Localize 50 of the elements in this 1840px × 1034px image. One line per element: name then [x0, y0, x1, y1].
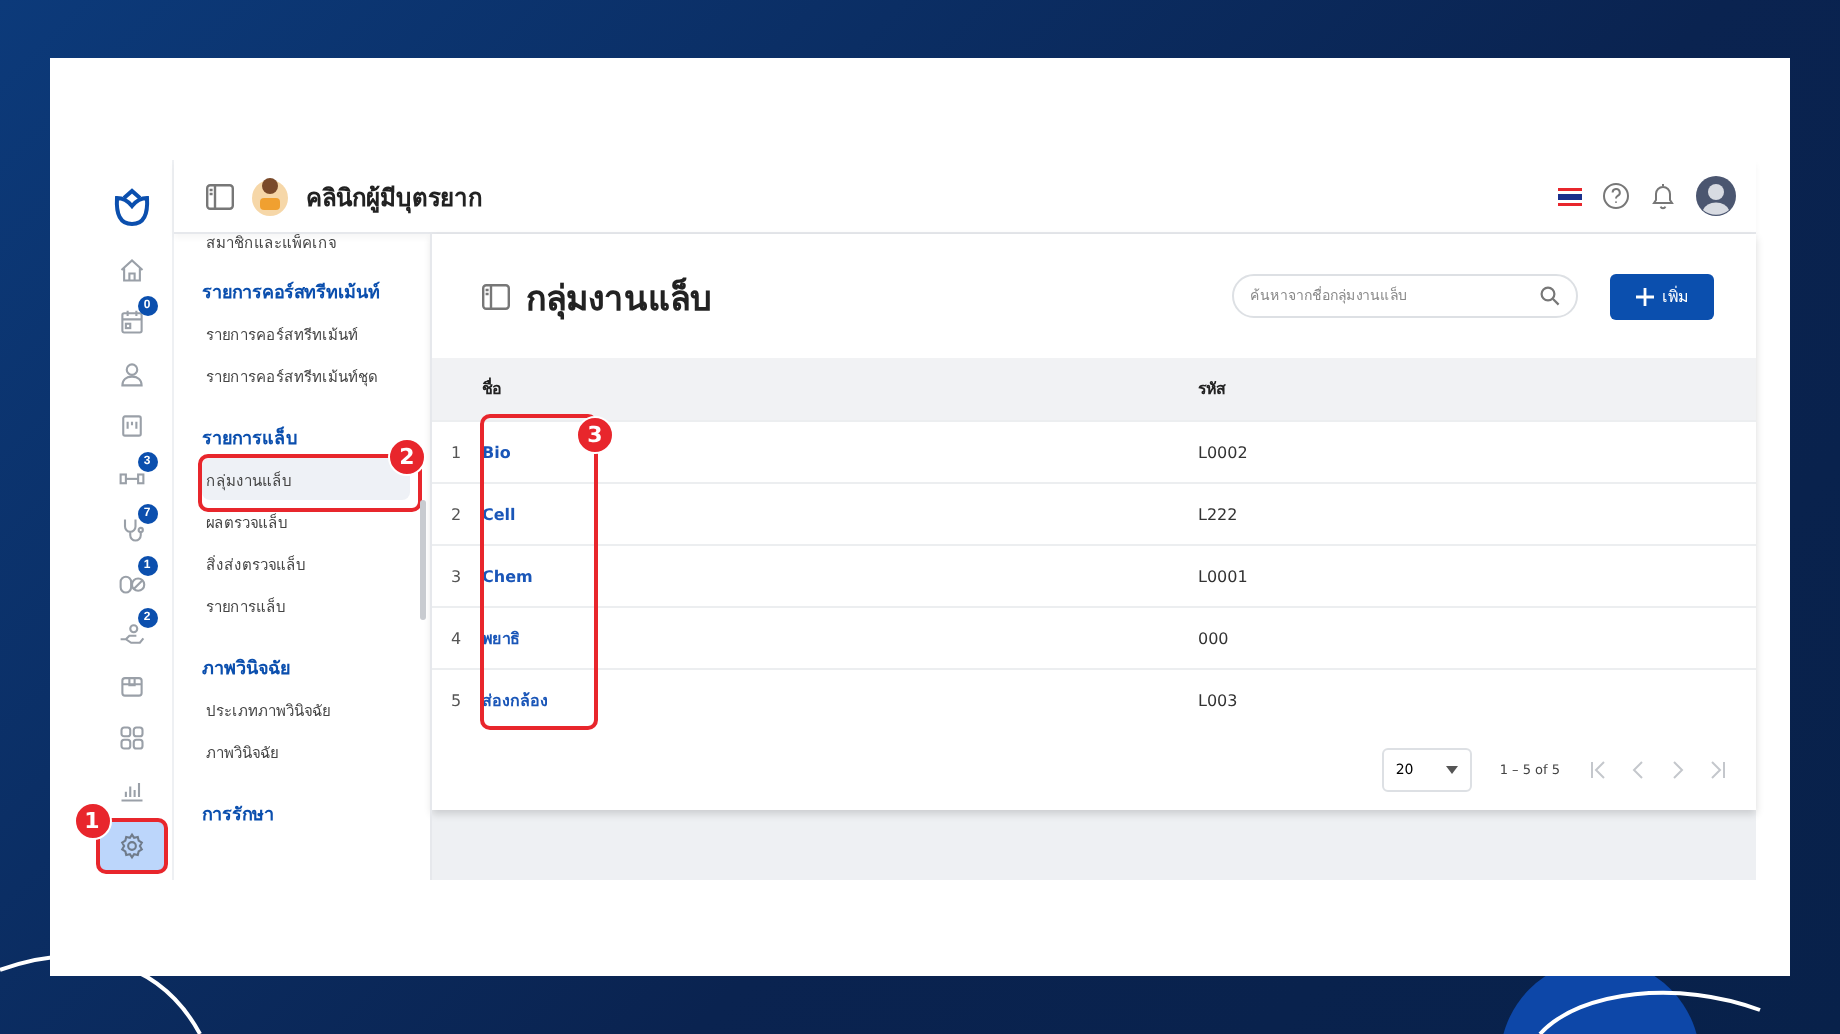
- row-number: 1: [432, 421, 480, 483]
- row-number: 2: [432, 483, 480, 545]
- box-icon: [117, 672, 145, 700]
- sidebar-heading: ภาพวินิจฉัย: [202, 658, 292, 682]
- sidebar-toggle-icon[interactable]: [206, 183, 234, 209]
- callout-number-badge: 3: [576, 416, 614, 454]
- callout-number-badge: 1: [73, 802, 111, 840]
- last-page-icon[interactable]: [1708, 760, 1728, 780]
- scrollbar-thumb[interactable]: [420, 500, 426, 620]
- home-icon: [117, 256, 145, 284]
- name-link[interactable]: ส่องกล้อง: [482, 691, 548, 709]
- name-link[interactable]: พยาธิ: [482, 629, 520, 647]
- row-number: 5: [432, 669, 480, 730]
- sidebar-heading: การรักษา: [202, 804, 276, 828]
- search-icon: [1540, 286, 1560, 306]
- column-header: ชื่อ: [480, 358, 1196, 421]
- table-cell: 000: [1196, 607, 1756, 669]
- row-number: 3: [432, 545, 480, 607]
- tulip-logo-icon: [111, 188, 151, 228]
- callout-number-badge: 2: [388, 438, 426, 476]
- grid-icon: [117, 724, 145, 752]
- hand-icon: [117, 620, 145, 648]
- help-icon[interactable]: [1602, 182, 1630, 210]
- table-cell: L0002: [1196, 421, 1756, 483]
- page-title: กลุ่มงานแล็บ: [526, 275, 712, 323]
- thai-flag-icon[interactable]: [1558, 187, 1582, 205]
- name-link[interactable]: Chem: [482, 567, 533, 585]
- name-link[interactable]: Cell: [482, 505, 516, 523]
- next-page-icon[interactable]: [1668, 760, 1688, 780]
- settings-icon: [117, 832, 145, 860]
- table-cell: L222: [1196, 483, 1756, 545]
- clinic-logo-icon: [250, 174, 290, 218]
- previous-page-icon[interactable]: [1628, 760, 1648, 780]
- column-header: รหัส: [1196, 358, 1756, 421]
- notification-bell-icon[interactable]: [1650, 182, 1676, 210]
- add-button[interactable]: เพิ่ม: [1610, 273, 1714, 319]
- calendar-icon: [117, 308, 145, 336]
- user-avatar-icon[interactable]: [1696, 176, 1736, 216]
- table-cell: L003: [1196, 669, 1756, 730]
- sidebar-heading: รายการแล็บ: [202, 428, 300, 452]
- sidebar-heading: รายการคอร์สทรีทเม้นท์: [202, 282, 382, 306]
- row-number: 4: [432, 607, 480, 669]
- caret-icon: [1445, 766, 1458, 774]
- table-cell: L0001: [1196, 545, 1756, 607]
- document-icon: [117, 412, 145, 440]
- plus-icon: [1636, 287, 1654, 305]
- clinic-name: คลินิกผู้มีบุตรยาก: [306, 181, 482, 215]
- person-icon: [117, 360, 145, 388]
- first-page-icon[interactable]: [1588, 760, 1608, 780]
- panel-icon: [482, 283, 510, 309]
